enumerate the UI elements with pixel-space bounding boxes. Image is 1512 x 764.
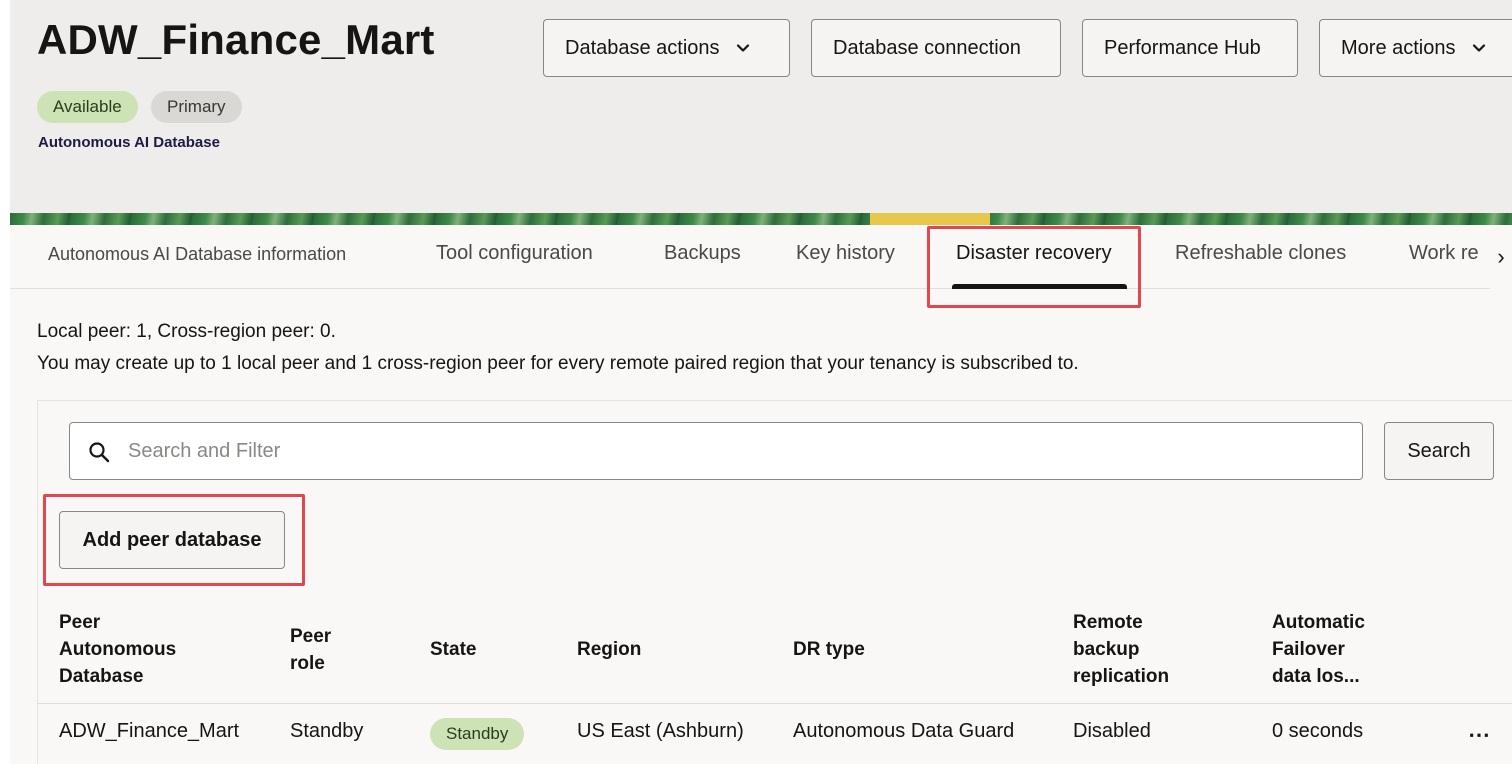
cell-peer-role: Standby [290,720,364,742]
database-connection-button[interactable]: Database connection [811,19,1061,77]
column-header-line: Automatic [1272,612,1365,633]
page: ADW_Finance_Mart Available Primary Auton… [10,0,1512,764]
column-header-line: Autonomous [59,639,177,660]
column-header-line: Peer [59,612,101,633]
tab-disaster-recovery[interactable]: Disaster recovery [956,242,1112,265]
cell-failover-data-loss: 0 seconds [1272,720,1364,742]
performance-hub-button[interactable]: Performance Hub [1082,19,1298,77]
column-header-line: Database [59,666,144,687]
database-actions-button[interactable]: Database actions [543,19,790,77]
database-actions-label: Database actions [565,36,720,59]
search-button[interactable]: Search [1384,422,1494,480]
peer-limit-note: You may create up to 1 local peer and 1 … [37,353,1079,374]
resource-type-label: Autonomous AI Database [38,134,220,151]
state-badge: Standby [430,718,525,750]
tab-bar: Autonomous AI Database information Tool … [10,225,1512,289]
cell-dr-type: Autonomous Data Guard [793,720,1015,742]
row-actions-menu-icon[interactable]: ⋯ [1468,722,1491,748]
search-field[interactable] [69,422,1363,480]
table-divider [37,703,1512,704]
tab-tool-configuration[interactable]: Tool configuration [436,242,593,265]
search-icon [89,442,110,463]
tab-work-requests[interactable]: Work re [1409,242,1479,265]
column-header-line: replication [1073,666,1170,687]
tab-scroll-right-icon[interactable]: › [1490,225,1512,289]
column-header-state[interactable]: State [430,636,476,663]
column-header-region[interactable]: Region [577,636,641,663]
cell-region: US East (Ashburn) [577,720,744,742]
page-title: ADW_Finance_Mart [37,16,435,63]
status-badge-available: Available [37,91,138,123]
column-header-line: Remote [1073,612,1143,633]
banner-accent [870,213,990,225]
column-header-dr-type[interactable]: DR type [793,636,865,663]
add-peer-database-button[interactable]: Add peer database [59,511,285,569]
more-actions-button[interactable]: More actions [1319,19,1512,77]
cell-backup-replication: Disabled [1073,720,1151,742]
tab-key-history[interactable]: Key history [796,242,895,265]
column-header-line: Failover [1272,639,1345,660]
tab-backups[interactable]: Backups [664,242,741,265]
column-header-peer-database[interactable]: Peer Autonomous Database [59,609,176,690]
more-actions-label: More actions [1341,36,1456,59]
column-header-line: Peer [290,626,332,647]
tab-database-information[interactable]: Autonomous AI Database information [48,244,346,265]
column-header-peer-role[interactable]: Peer role [290,623,331,677]
role-badge-primary: Primary [151,91,242,123]
column-header-backup-replication[interactable]: Remote backup replication [1073,609,1169,690]
decorative-banner [10,213,1512,225]
column-header-line: role [290,653,325,674]
chevron-down-icon [1472,44,1485,52]
column-header-failover-data-loss[interactable]: Automatic Failover data los... [1272,609,1365,690]
page-header: ADW_Finance_Mart Available Primary Auton… [10,0,1512,213]
column-header-line: data los... [1272,666,1360,687]
active-tab-indicator [952,284,1127,289]
search-input[interactable] [128,429,1328,473]
peer-count-text: Local peer: 1, Cross-region peer: 0. [37,321,336,342]
tab-refreshable-clones[interactable]: Refreshable clones [1175,242,1346,265]
column-header-line: backup [1073,639,1140,660]
chevron-down-icon [736,44,749,52]
cell-peer-database[interactable]: ADW_Finance_Mart [59,720,239,743]
